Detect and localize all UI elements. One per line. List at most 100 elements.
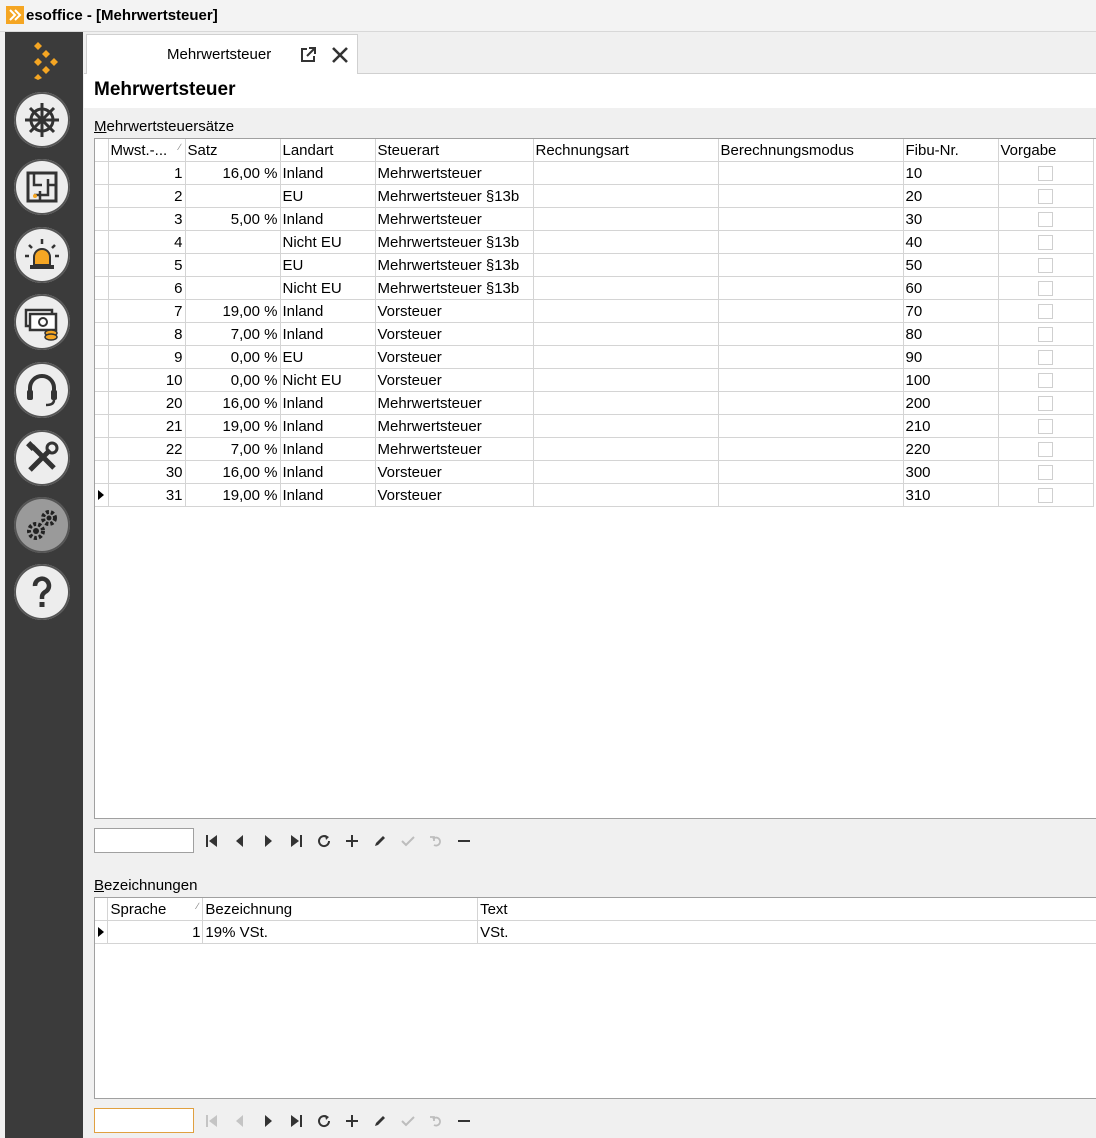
cell-steuerart[interactable]: Vorsteuer (375, 299, 534, 323)
vorgabe-checkbox[interactable] (1038, 487, 1053, 503)
sidebar-item-settings[interactable] (14, 497, 70, 553)
vorgabe-checkbox[interactable] (1038, 372, 1053, 388)
cell-rechnungsart[interactable] (533, 299, 719, 323)
cell-landart[interactable]: EU (280, 253, 376, 277)
cell-bezeichnung[interactable]: 19% VSt. (202, 920, 479, 944)
next-record-button[interactable] (258, 1111, 278, 1131)
table-row[interactable]: 4 Nicht EU Mehrwertsteuer §13b 40 (95, 230, 1094, 254)
table-row[interactable]: 1 19% VSt. VSt. (95, 920, 1096, 944)
cell-fibu[interactable]: 100 (903, 368, 999, 392)
column-header-satz[interactable]: Satz (185, 139, 281, 162)
cell-vorgabe[interactable] (998, 460, 1094, 484)
vorgabe-checkbox[interactable] (1038, 418, 1053, 434)
edit-button[interactable] (370, 1111, 390, 1131)
column-header-text[interactable]: Text (477, 898, 1096, 921)
cell-berechnungsmodus[interactable] (718, 230, 904, 254)
cell-vorgabe[interactable] (998, 299, 1094, 323)
cell-rechnungsart[interactable] (533, 460, 719, 484)
vorgabe-checkbox[interactable] (1038, 441, 1053, 457)
cell-landart[interactable]: Inland (280, 299, 376, 323)
vorgabe-checkbox[interactable] (1038, 349, 1053, 365)
refresh-button[interactable] (314, 831, 334, 851)
cell-satz[interactable]: 19,00 % (185, 299, 281, 323)
table-row[interactable]: 30 16,00 % Inland Vorsteuer 300 (95, 460, 1094, 484)
cell-landart[interactable]: EU (280, 345, 376, 369)
rates-navigator-input[interactable] (94, 828, 194, 853)
cell-nr[interactable]: 3 (108, 207, 186, 231)
sidebar-item-support[interactable] (14, 362, 70, 418)
column-header-berechnungsmodus[interactable]: Berechnungsmodus (718, 139, 904, 162)
cell-vorgabe[interactable] (998, 414, 1094, 438)
last-record-button[interactable] (286, 1111, 306, 1131)
cell-rechnungsart[interactable] (533, 230, 719, 254)
cell-steuerart[interactable]: Mehrwertsteuer (375, 161, 534, 185)
cell-vorgabe[interactable] (998, 253, 1094, 277)
cell-berechnungsmodus[interactable] (718, 253, 904, 277)
names-grid[interactable]: Sprache ∕ Bezeichnung Text 1 19% VSt. VSt. (94, 897, 1096, 1099)
cell-landart[interactable]: Inland (280, 414, 376, 438)
cell-satz[interactable]: 7,00 % (185, 322, 281, 346)
cell-berechnungsmodus[interactable] (718, 391, 904, 415)
cell-berechnungsmodus[interactable] (718, 184, 904, 208)
cell-nr[interactable]: 31 (108, 483, 186, 507)
cell-satz[interactable] (185, 230, 281, 254)
cell-rechnungsart[interactable] (533, 483, 719, 507)
cell-steuerart[interactable]: Mehrwertsteuer §13b (375, 253, 534, 277)
cell-landart[interactable]: Inland (280, 437, 376, 461)
cell-vorgabe[interactable] (998, 161, 1094, 185)
cell-landart[interactable]: Inland (280, 207, 376, 231)
insert-button[interactable] (342, 831, 362, 851)
cell-satz[interactable] (185, 253, 281, 277)
cell-satz[interactable] (185, 276, 281, 300)
cell-fibu[interactable]: 300 (903, 460, 999, 484)
cell-berechnungsmodus[interactable] (718, 368, 904, 392)
column-header-sprache[interactable]: Sprache ∕ (107, 898, 204, 921)
cell-steuerart[interactable]: Mehrwertsteuer (375, 391, 534, 415)
cell-satz[interactable]: 16,00 % (185, 161, 281, 185)
cell-nr[interactable]: 9 (108, 345, 186, 369)
cell-landart[interactable]: EU (280, 184, 376, 208)
vorgabe-checkbox[interactable] (1038, 464, 1053, 480)
cell-vorgabe[interactable] (998, 437, 1094, 461)
cell-fibu[interactable]: 20 (903, 184, 999, 208)
table-row[interactable]: 3 5,00 % Inland Mehrwertsteuer 30 (95, 207, 1094, 231)
vorgabe-checkbox[interactable] (1038, 326, 1053, 342)
cell-satz[interactable]: 0,00 % (185, 345, 281, 369)
cell-fibu[interactable]: 60 (903, 276, 999, 300)
cell-landart[interactable]: Nicht EU (280, 276, 376, 300)
cell-landart[interactable]: Inland (280, 161, 376, 185)
cell-nr[interactable]: 2 (108, 184, 186, 208)
sidebar-item-tools[interactable] (14, 430, 70, 486)
cell-steuerart[interactable]: Vorsteuer (375, 483, 534, 507)
vorgabe-checkbox[interactable] (1038, 280, 1053, 296)
post-button[interactable] (398, 831, 418, 851)
cell-vorgabe[interactable] (998, 207, 1094, 231)
cell-satz[interactable]: 5,00 % (185, 207, 281, 231)
rates-grid[interactable]: Mwst.-... ∕ Satz Landart Steuerart Rechnu… (94, 138, 1096, 819)
sidebar-item-finance[interactable] (14, 294, 70, 350)
cell-fibu[interactable]: 40 (903, 230, 999, 254)
cell-fibu[interactable]: 30 (903, 207, 999, 231)
cell-rechnungsart[interactable] (533, 368, 719, 392)
cell-satz[interactable]: 19,00 % (185, 414, 281, 438)
table-row[interactable]: 6 Nicht EU Mehrwertsteuer §13b 60 (95, 276, 1094, 300)
cell-satz[interactable]: 16,00 % (185, 391, 281, 415)
cell-steuerart[interactable]: Mehrwertsteuer (375, 437, 534, 461)
close-icon[interactable] (330, 45, 350, 65)
cell-rechnungsart[interactable] (533, 276, 719, 300)
cell-steuerart[interactable]: Mehrwertsteuer §13b (375, 276, 534, 300)
column-header-steuerart[interactable]: Steuerart (375, 139, 534, 162)
cell-landart[interactable]: Inland (280, 322, 376, 346)
first-record-button[interactable] (202, 831, 222, 851)
table-row[interactable]: 31 19,00 % Inland Vorsteuer 310 (95, 483, 1094, 507)
cell-fibu[interactable]: 80 (903, 322, 999, 346)
cell-berechnungsmodus[interactable] (718, 161, 904, 185)
cell-vorgabe[interactable] (998, 345, 1094, 369)
cell-satz[interactable]: 19,00 % (185, 483, 281, 507)
cell-berechnungsmodus[interactable] (718, 437, 904, 461)
next-record-button[interactable] (258, 831, 278, 851)
cell-steuerart[interactable]: Vorsteuer (375, 460, 534, 484)
column-header-bezeichnung[interactable]: Bezeichnung (202, 898, 479, 921)
cell-vorgabe[interactable] (998, 391, 1094, 415)
cell-nr[interactable]: 20 (108, 391, 186, 415)
